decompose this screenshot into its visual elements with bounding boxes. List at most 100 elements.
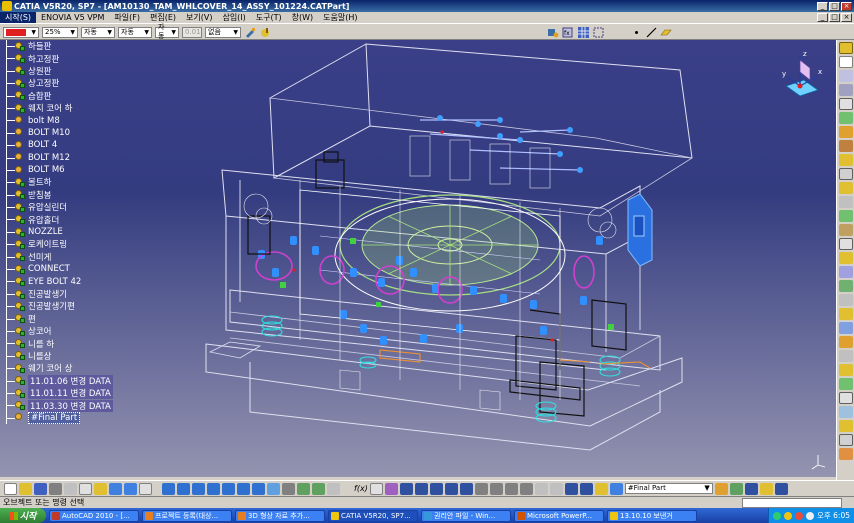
network-icon[interactable] <box>772 511 781 520</box>
product-icon[interactable] <box>15 227 25 237</box>
part-icon[interactable] <box>15 116 25 125</box>
insert-set-icon[interactable] <box>729 482 743 495</box>
axis-system-icon[interactable] <box>564 482 578 495</box>
menu-insert[interactable]: 삽입(I) <box>217 12 250 23</box>
product-icon[interactable] <box>15 103 25 113</box>
close-button[interactable]: × <box>841 1 852 11</box>
groove-icon[interactable] <box>838 126 853 138</box>
tree-item[interactable]: BOLT M12 <box>6 151 126 164</box>
tree-item[interactable]: 웨지 코어 하 <box>6 101 126 115</box>
tree-item-label[interactable]: 상고정판 <box>28 77 59 89</box>
ordered-set-icon[interactable] <box>744 482 758 495</box>
volume-icon[interactable] <box>783 511 792 520</box>
menu-edit[interactable]: 편집(E) <box>145 12 181 23</box>
point-icon[interactable] <box>630 26 642 38</box>
tree-item[interactable]: 상고정판 <box>6 77 126 90</box>
tree-item-label[interactable]: 11.03.30 변경 DATA <box>28 399 113 412</box>
menu-help[interactable]: 도움말(H) <box>318 12 362 23</box>
cut-icon[interactable] <box>64 482 77 495</box>
product-icon[interactable] <box>15 190 25 200</box>
tree-item[interactable]: 진공발생기 <box>6 287 126 301</box>
product-icon[interactable] <box>15 401 25 411</box>
law-icon[interactable] <box>399 482 413 495</box>
tree-item[interactable]: 웨기 코어 상 <box>6 362 126 375</box>
tree-item[interactable]: 11.03.30 변경 DATA <box>6 399 126 412</box>
tree-item-label[interactable]: 볼트하 <box>28 176 51 188</box>
tree-item[interactable]: NOZZLE <box>6 225 126 239</box>
tree-item-label[interactable]: BOLT M6 <box>28 165 65 175</box>
apply-material-icon[interactable] <box>519 482 533 495</box>
tree-item-label[interactable]: 선미게 <box>28 251 51 263</box>
tree-item-label[interactable]: 유압실린더 <box>28 201 67 213</box>
compass-widget[interactable]: z y x <box>774 46 824 104</box>
table-icon[interactable] <box>414 482 428 495</box>
part-icon[interactable] <box>15 413 25 422</box>
security-icon[interactable] <box>794 511 803 520</box>
tree-item-label[interactable]: 웨지 코어 하 <box>28 102 73 114</box>
product-icon[interactable] <box>15 41 25 51</box>
paint-brush-icon[interactable] <box>259 26 271 38</box>
tree-item[interactable]: 니를상 <box>6 349 126 363</box>
tree-item[interactable]: #Final Part <box>6 411 126 425</box>
boolean-icon[interactable] <box>838 336 853 348</box>
tree-item-label[interactable]: NOZZLE <box>28 227 63 237</box>
pan-icon[interactable] <box>192 482 205 495</box>
normal-view-icon[interactable] <box>252 482 265 495</box>
zoom-out-icon[interactable] <box>237 482 250 495</box>
draft-icon[interactable] <box>838 196 853 208</box>
insert-body-icon[interactable] <box>714 482 728 495</box>
catalog-icon[interactable] <box>429 482 443 495</box>
tree-item-label[interactable]: 편 <box>28 313 36 325</box>
shaft-icon[interactable] <box>838 112 853 124</box>
product-icon[interactable] <box>15 301 25 311</box>
open-icon[interactable] <box>19 482 32 495</box>
product-icon[interactable] <box>15 252 25 262</box>
tree-item[interactable]: BOLT 4 <box>6 139 126 152</box>
grid-icon[interactable] <box>577 26 589 38</box>
fly-mode-icon[interactable] <box>162 482 175 495</box>
tree-item[interactable]: bolt M8 <box>6 114 126 127</box>
body-icon[interactable] <box>838 406 853 418</box>
menu-enovia[interactable]: ENOVIA V5 VPM <box>36 13 109 22</box>
product-icon[interactable] <box>15 54 25 64</box>
tree-item-label[interactable]: 받침봉 <box>28 189 51 201</box>
help-icon[interactable] <box>139 482 152 495</box>
part-body-icon[interactable] <box>594 482 608 495</box>
tree-item-label[interactable]: 로케이트링 <box>28 238 67 250</box>
tree-item[interactable]: 편 <box>6 312 126 325</box>
sketch-plane-icon[interactable] <box>759 482 773 495</box>
tree-item[interactable]: 진공발생기편 <box>6 300 126 313</box>
taskbar-button[interactable]: CATIA V5R20, SP7... <box>328 509 418 522</box>
tree-item[interactable]: CONNECT <box>6 263 126 276</box>
color-select[interactable]: ▼ <box>3 26 39 38</box>
pocket-icon[interactable] <box>838 98 853 110</box>
tree-item-label[interactable]: 11.01.11 변경 DATA <box>28 387 113 400</box>
scaling-icon[interactable] <box>838 322 853 334</box>
measure-inertia-icon[interactable] <box>504 482 518 495</box>
product-icon[interactable] <box>15 339 25 349</box>
product-icon[interactable] <box>15 363 25 373</box>
product-icon[interactable] <box>15 388 25 398</box>
tree-item[interactable]: 로케이트링 <box>6 238 126 251</box>
grid-snap-icon[interactable] <box>549 482 563 495</box>
tree-item-label[interactable]: 습합판 <box>28 90 51 102</box>
hole-icon[interactable] <box>838 140 853 152</box>
formula-label[interactable]: f(x) <box>354 484 368 493</box>
product-icon[interactable] <box>15 264 25 274</box>
maximize-button[interactable]: □ <box>829 1 840 11</box>
taskbar-button[interactable]: 3D 형상 자료 추가... <box>235 509 325 522</box>
tree-item-label[interactable]: 상원판 <box>28 65 51 77</box>
product-icon[interactable] <box>15 239 25 249</box>
menu-window[interactable]: 창(W) <box>287 12 319 23</box>
doc-close-button[interactable]: × <box>841 13 852 22</box>
knowledge-inspector-icon[interactable] <box>444 482 458 495</box>
workbench-icon[interactable] <box>838 42 853 54</box>
3d-compass-icon[interactable] <box>579 482 593 495</box>
product-icon[interactable] <box>15 91 25 101</box>
line-type-select[interactable]: 자동 ▼ <box>118 26 152 38</box>
dress-up-icon[interactable] <box>838 392 853 404</box>
pad-icon[interactable] <box>838 84 853 96</box>
copy-icon[interactable] <box>79 482 92 495</box>
product-icon[interactable] <box>15 351 25 361</box>
transparency-select[interactable]: 25% ▼ <box>42 26 78 38</box>
